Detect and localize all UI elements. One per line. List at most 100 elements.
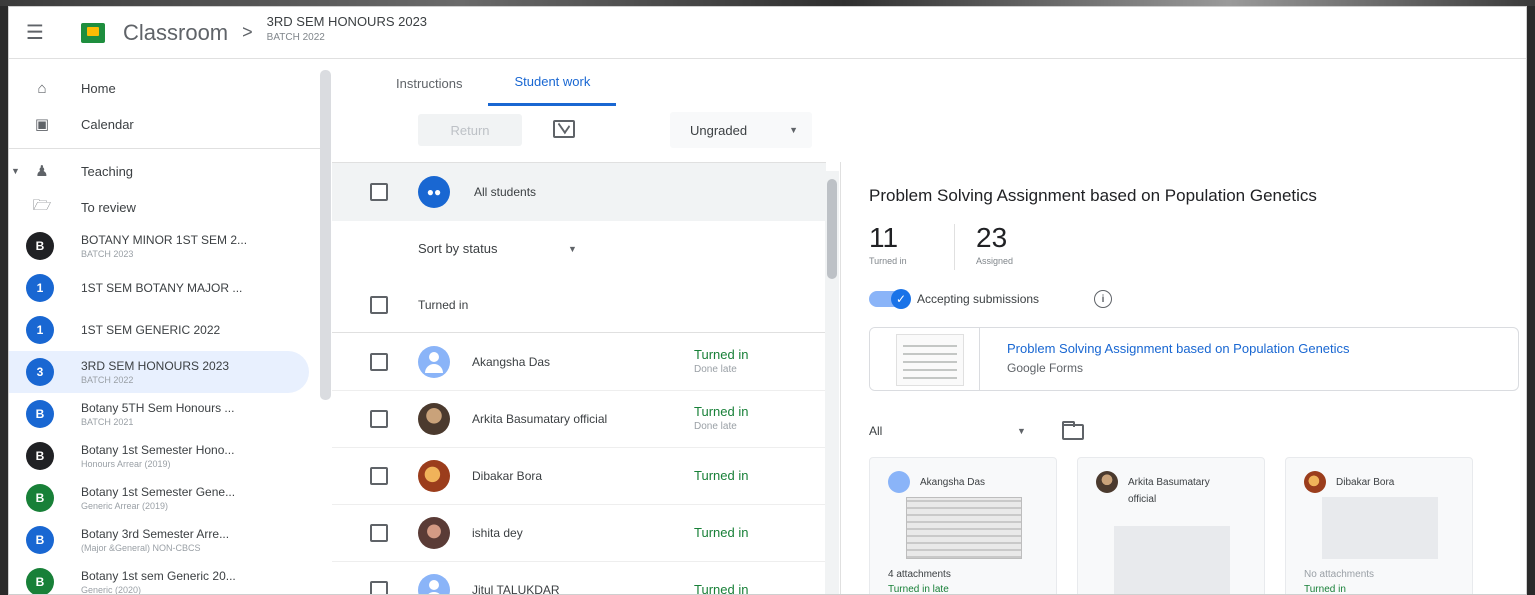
class-name: 1ST SEM GENERIC 2022 [81,323,221,337]
main-content: Instructions Student work Return Ungrade… [332,60,1526,595]
student-row[interactable]: Jitul TALUKDAR Turned in [332,562,826,595]
student-status: Turned in [694,525,748,540]
class-sub: BATCH 2021 [81,417,134,427]
sidebar-class-item[interactable]: B Botany 5TH Sem Honours ... BATCH 2021 [9,393,331,435]
student-status: Turned in [694,582,749,595]
attachment-card[interactable]: Problem Solving Assignment based on Popu… [869,327,1519,391]
attachment-link[interactable]: Problem Solving Assignment based on Popu… [1007,341,1350,356]
status-text: Turned in [694,525,749,540]
status-text: Turned in [694,347,749,362]
return-button[interactable]: Return [418,114,522,146]
avatar [418,460,450,492]
sidebar-class-item[interactable]: 1 1ST SEM GENERIC 2022 [9,309,331,351]
sort-select[interactable]: Sort by status [418,241,497,256]
grade-select-value: Ungraded [690,122,748,138]
app-name[interactable]: Classroom [123,20,228,46]
dropdown-arrow-icon[interactable]: ▼ [568,244,577,254]
caret-down-icon[interactable]: ▼ [11,166,20,176]
class-avatar: B [26,400,54,428]
class-name: 3RD SEM HONOURS 2023 [81,359,230,373]
home-icon: ⌂ [37,79,47,97]
avatar [1304,471,1326,493]
sidebar-item-label: Home [81,80,116,96]
folder-icon[interactable] [1062,421,1084,440]
student-list-scrollbar[interactable] [825,171,839,594]
sidebar-item-label: To review [81,199,136,215]
sidebar-item-label: Calendar [81,116,134,132]
all-students-label: All students [474,185,537,199]
avatar [1096,471,1118,493]
sidebar-class-item-active[interactable]: 3 3RD SEM HONOURS 2023 BATCH 2022 [9,351,309,393]
checkbox[interactable] [370,295,388,314]
student-row[interactable]: Akangsha Das Turned in Done late [332,334,826,391]
checkbox[interactable] [370,581,388,594]
avatar [418,574,450,594]
attachment-thumbnail [870,328,980,390]
sidebar-class-item[interactable]: B Botany 1st Semester Hono... Honours Arr… [9,435,331,477]
class-name: Botany 1st Semester Hono... [81,443,235,457]
calendar-icon: ▣ [34,116,50,133]
sidebar-class-item[interactable]: 1 1ST SEM BOTANY MAJOR ... [9,267,331,309]
sidebar-class-item[interactable]: B Botany 3rd Semester Arre... (Major &Gen… [9,519,331,561]
dropdown-arrow-icon[interactable]: ▼ [1017,426,1026,436]
all-students-row[interactable]: ●● All students [332,163,826,221]
sidebar-item-to-review[interactable]: 🗁 To review [9,189,331,225]
attachment-count: No attachments [1304,569,1375,580]
student-status: Turned in Done late [694,347,748,375]
sidebar-item-home[interactable]: ⌂ Home [9,70,331,106]
class-sub: BATCH 2022 [81,375,134,385]
info-icon[interactable]: i [1094,290,1112,308]
scrollbar-thumb[interactable] [827,179,837,279]
class-title: 3RD SEM HONOURS 2023 [266,14,428,29]
sidebar-divider [9,148,321,149]
breadcrumb[interactable]: 3RD SEM HONOURS 2023 BATCH 2022 [267,14,427,43]
tab-student-work[interactable]: Student work [488,60,617,106]
sidebar-item-calendar[interactable]: ▣ Calendar [9,106,331,142]
class-name: Botany 1st Semester Gene... [81,485,236,499]
submission-card[interactable]: Arkita Basumatary official [1077,457,1265,594]
grade-select[interactable]: Ungraded ▼ [670,112,812,148]
accepting-submissions-label: Accepting submissions [917,292,1040,306]
section-header: Turned in [332,277,826,333]
checkbox[interactable] [370,467,388,485]
classroom-window: ☰ Classroom > 3RD SEM HONOURS 2023 BATCH… [8,6,1527,595]
student-name: Jitul TALUKDAR [472,583,560,595]
student-row[interactable]: Dibakar Bora Turned in [332,448,826,505]
assignment-title: Problem Solving Assignment based on Popu… [869,186,1317,205]
attachment-type: Google Forms [1007,361,1084,375]
sidebar: ⌂ Home ▣ Calendar ▼ ♟ Teaching 🗁 To revi… [9,60,331,594]
submission-filter[interactable]: All [869,424,882,438]
sidebar-class-item[interactable]: B Botany 1st Semester Gene... Generic Arr… [9,477,331,519]
submission-student-name: Dibakar Bora [1336,477,1395,488]
student-row[interactable]: ishita dey Turned in [332,505,826,562]
submission-card[interactable]: Dibakar Bora No attachments Turned in [1285,457,1473,594]
checkbox[interactable] [370,183,388,201]
student-row[interactable]: Arkita Basumatary official Turned in Don… [332,391,826,448]
status-text: Turned in [694,582,749,595]
tab-instructions[interactable]: Instructions [370,60,488,106]
panel-divider [840,162,841,594]
avatar [418,403,450,435]
sort-row: Sort by status ▼ [332,221,826,277]
checkbox[interactable] [370,353,388,371]
submission-card[interactable]: Akangsha Das 4 attachments Turned in lat… [869,457,1057,594]
class-name: Botany 5TH Sem Honours ... [81,401,235,415]
classroom-logo-icon[interactable] [81,22,105,43]
class-name: Botany 1st sem Generic 20... [81,569,236,583]
accepting-submissions-toggle[interactable]: ✓ [869,289,911,309]
sidebar-item-teaching[interactable]: ▼ ♟ Teaching [9,153,331,189]
class-sub: Generic Arrear (2019) [81,501,169,511]
student-status: Turned in [694,468,748,483]
checkbox[interactable] [370,524,388,542]
class-name: Botany 3rd Semester Arre... [81,527,230,541]
email-icon[interactable] [553,120,575,138]
checkbox[interactable] [370,410,388,428]
sidebar-class-item[interactable]: B Botany 1st sem Generic 20... Generic (2… [9,561,331,594]
dropdown-arrow-icon: ▼ [789,125,798,135]
class-name: BOTANY MINOR 1ST SEM 2... [81,233,248,247]
toolbar: Return Ungraded ▼ [332,106,1526,158]
sidebar-scrollbar[interactable] [320,70,331,400]
class-sub: BATCH 2023 [81,249,134,259]
sidebar-class-item[interactable]: B BOTANY MINOR 1ST SEM 2... BATCH 2023 [9,225,331,267]
menu-icon[interactable]: ☰ [9,7,61,59]
